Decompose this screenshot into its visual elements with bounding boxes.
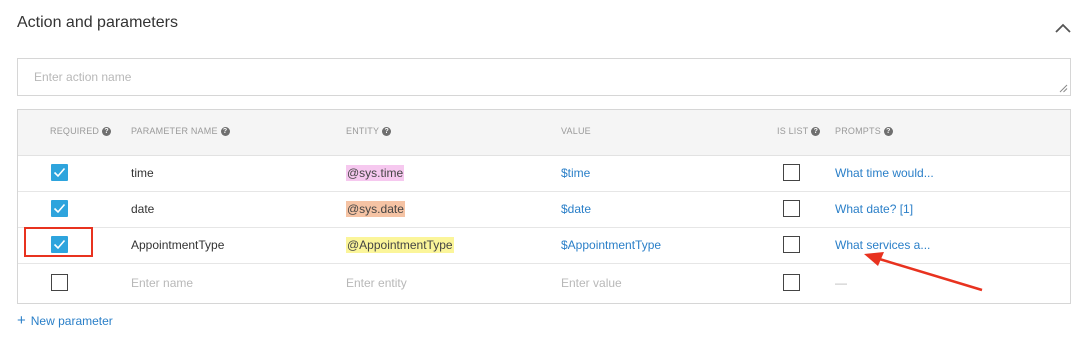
new-parameter-button[interactable]: + New parameter bbox=[17, 312, 113, 329]
annotation-arrow bbox=[864, 252, 983, 292]
plus-icon: + bbox=[17, 312, 26, 329]
